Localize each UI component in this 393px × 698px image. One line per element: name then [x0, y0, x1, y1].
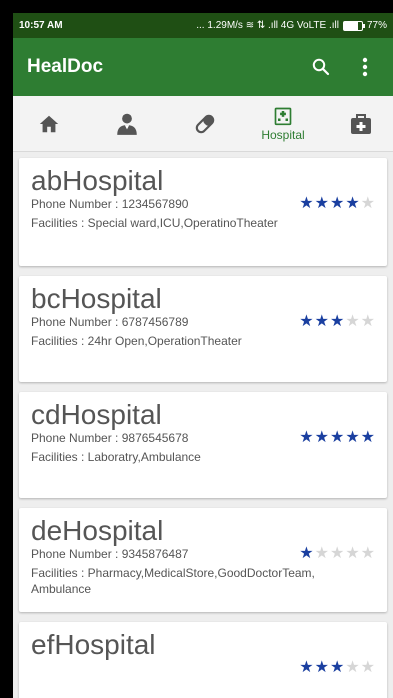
star-filled-icon: ★	[314, 429, 329, 446]
tab-hospital-label: Hospital	[261, 127, 305, 142]
rating-stars: ★ ★ ★ ★ ★	[299, 430, 375, 446]
rating-stars: ★ ★ ★ ★ ★	[299, 314, 375, 330]
status-time: 10:57 AM	[19, 20, 63, 31]
hospital-name: cdHospital	[31, 399, 162, 430]
star-filled-icon: ★	[299, 659, 314, 676]
doctor-icon	[117, 113, 137, 135]
star-empty-icon: ★	[360, 195, 375, 212]
star-filled-icon: ★	[329, 313, 345, 330]
status-indicators: ... 1.29M/s ≋ ⇅ .ıll 4G VoLTE .ıll 77%	[196, 20, 387, 31]
app-screen: 10:57 AM ... 1.29M/s ≋ ⇅ .ıll 4G VoLTE .…	[13, 13, 393, 698]
star-filled-icon: ★	[299, 429, 314, 446]
status-bar: 10:57 AM ... 1.29M/s ≋ ⇅ .ıll 4G VoLTE .…	[13, 13, 393, 38]
star-empty-icon: ★	[360, 545, 375, 562]
rating-stars: ★ ★ ★ ★ ★	[299, 196, 375, 212]
hospital-name: deHospital	[31, 515, 164, 546]
hospital-card-bchospital[interactable]: bcHospital Phone Number : 6787456789 ★ ★ ★…	[19, 276, 387, 382]
battery-fill	[343, 21, 358, 30]
hospital-card-abhospital[interactable]: abHospital Phone Number : 1234567890 ★ ★ ★…	[19, 158, 387, 266]
star-filled-icon: ★	[314, 659, 329, 676]
rating-stars: ★ ★ ★ ★ ★	[299, 660, 375, 676]
star-filled-icon: ★	[314, 195, 329, 212]
hospital-name: bcHospital	[31, 283, 162, 314]
tab-home[interactable]	[27, 98, 71, 150]
star-filled-icon: ★	[299, 545, 314, 562]
star-empty-icon: ★	[360, 659, 375, 676]
star-filled-icon: ★	[360, 429, 375, 446]
tab-hospital[interactable]: Hospital	[261, 98, 305, 150]
star-empty-icon: ★	[360, 313, 375, 330]
star-filled-icon: ★	[329, 195, 345, 212]
hospital-name: abHospital	[31, 165, 164, 196]
pill-icon	[195, 114, 215, 133]
hospital-icon	[274, 107, 292, 125]
star-filled-icon: ★	[329, 429, 345, 446]
hospital-phone: Phone Number : 1234567890	[31, 197, 189, 211]
rating-stars: ★ ★ ★ ★ ★	[299, 546, 375, 562]
hospital-card-cdhospital[interactable]: cdHospital Phone Number : 9876545678 ★ ★ ★…	[19, 392, 387, 498]
star-empty-icon: ★	[329, 545, 345, 562]
star-empty-icon: ★	[345, 659, 360, 676]
hospital-phone: Phone Number : 9876545678	[31, 431, 189, 445]
battery-icon	[342, 20, 365, 31]
battery-percent: 77%	[366, 20, 387, 31]
hospital-name: efHospital	[31, 629, 156, 660]
hospital-facilities: Facilities : Laboratry,Ambulance	[31, 450, 201, 464]
app-title: HealDoc	[27, 56, 104, 77]
hospital-facilities: Facilities : Pharmacy,MedicalStore,GoodD…	[31, 566, 315, 596]
star-filled-icon: ★	[299, 313, 314, 330]
app-bar: HealDoc	[13, 38, 393, 96]
category-tab-bar: Hospital	[13, 96, 393, 152]
star-empty-icon: ★	[345, 313, 360, 330]
hospital-list: abHospital Phone Number : 1234567890 ★ ★ ★…	[13, 152, 393, 698]
star-empty-icon: ★	[345, 545, 360, 562]
hospital-card-efhospital[interactable]: efHospital ★ ★ ★ ★ ★	[19, 622, 387, 698]
star-empty-icon: ★	[314, 545, 329, 562]
more-vert-icon[interactable]	[351, 53, 379, 81]
hospital-phone: Phone Number : 9345876487	[31, 547, 189, 561]
home-icon	[39, 115, 59, 132]
star-filled-icon: ★	[299, 195, 314, 212]
network-indicators: ... 1.29M/s ≋ ⇅ .ıll 4G VoLTE .ıll	[196, 20, 339, 31]
hospital-card-dehospital[interactable]: deHospital Phone Number : 9345876487 ★ ★ ★…	[19, 508, 387, 612]
star-filled-icon: ★	[314, 313, 329, 330]
hospital-facilities: Facilities : 24hr Open,OperationTheater	[31, 334, 242, 348]
search-icon[interactable]	[307, 53, 335, 81]
tab-doctors[interactable]	[105, 98, 149, 150]
tab-medicines[interactable]	[183, 98, 227, 150]
tab-first-aid[interactable]	[339, 98, 383, 150]
hospital-facilities: Facilities : Special ward,ICU,OperatinoT…	[31, 216, 278, 230]
star-filled-icon: ★	[345, 195, 360, 212]
star-filled-icon: ★	[345, 429, 360, 446]
hospital-phone: Phone Number : 6787456789	[31, 315, 189, 329]
first-aid-kit-icon	[351, 113, 371, 134]
star-filled-icon: ★	[329, 659, 345, 676]
